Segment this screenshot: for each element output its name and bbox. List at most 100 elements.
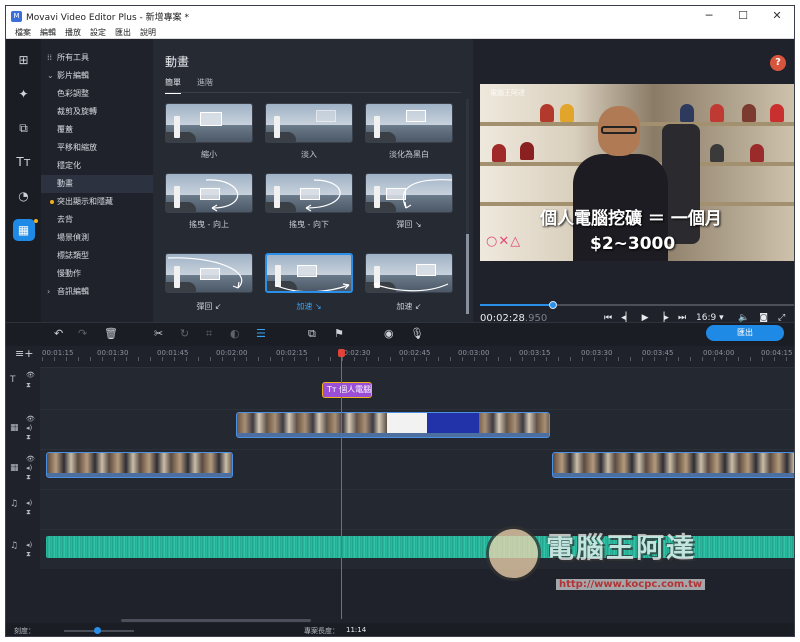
menu-file[interactable]: 檔案 <box>15 27 31 38</box>
speaker-icon[interactable]: ◂) <box>26 499 32 507</box>
ruler-label: 00:03:15 <box>519 349 551 357</box>
timeline-toolbar: ↶ ↷ 🗑 ✂ ↻ ⌗ ◐ ☰ ⧉ ⚑ ◉ 🎙 <box>6 322 794 346</box>
cut-icon[interactable]: ✂ <box>154 327 163 340</box>
anim-label: 搖曳 - 向下 <box>289 220 329 229</box>
tree-item-color[interactable]: 色彩調整 <box>41 85 153 103</box>
ruler-label: 00:04:00 <box>703 349 735 357</box>
watermark-url: http://www.kocpc.com.tw <box>556 579 706 590</box>
video-watermark: 電腦王阿達 <box>490 89 525 97</box>
help-button[interactable]: ? <box>770 55 786 71</box>
zoom-slider[interactable] <box>64 627 134 634</box>
lock-icon[interactable]: ⧗ <box>26 433 31 442</box>
more-tools-icon[interactable]: ▦ <box>12 219 38 241</box>
lock-icon[interactable]: ⧗ <box>26 550 31 559</box>
undo-icon[interactable]: ↶ <box>54 327 63 340</box>
timeline-scrollbar[interactable] <box>121 619 311 622</box>
visibility-icon[interactable]: 👁 <box>26 371 35 379</box>
zoom-slider-knob[interactable] <box>94 627 101 634</box>
tree-item-overlay[interactable]: 覆蓋 <box>41 121 153 139</box>
anim-label: 淡入 <box>301 150 317 159</box>
menu-help[interactable]: 說明 <box>140 27 156 38</box>
arrow-icon <box>274 283 350 291</box>
mascot-logo <box>486 526 541 581</box>
clip-properties-icon[interactable]: ☰ <box>256 327 266 340</box>
ruler-label: 00:03:30 <box>581 349 613 357</box>
tree-item-logo[interactable]: 標誌類型 <box>41 247 153 265</box>
menu-play[interactable]: 播放 <box>65 27 81 38</box>
playhead-handle[interactable] <box>338 349 345 357</box>
menu-settings[interactable]: 設定 <box>90 27 106 38</box>
import-icon[interactable]: ⊞ <box>13 49 35 71</box>
minimize-button[interactable]: ─ <box>692 6 726 26</box>
title-clip-text: 個人電腦 <box>339 385 372 394</box>
anim-accelerate-right-thumb[interactable] <box>265 253 353 293</box>
redo-icon[interactable]: ↷ <box>78 327 87 340</box>
export-button[interactable]: 匯出 <box>706 325 784 341</box>
lock-icon[interactable]: ⧗ <box>26 473 31 482</box>
menu-export[interactable]: 匯出 <box>115 27 131 38</box>
ruler-label: 00:03:00 <box>458 349 490 357</box>
webcam-icon[interactable]: ◉ <box>384 327 394 340</box>
speaker-icon[interactable]: ◂) <box>26 424 32 432</box>
anim-bounce-right-thumb[interactable] <box>365 173 453 213</box>
crop-icon[interactable]: ⌗ <box>206 327 212 341</box>
tree-audio-editing[interactable]: › 音訊編輯 <box>41 283 153 301</box>
anim-fade-bw-thumb[interactable] <box>365 103 453 143</box>
title-clip[interactable]: Tт 個人電腦 <box>322 382 372 398</box>
tree-item-highlight[interactable]: 突出顯示和隱藏 <box>41 193 153 211</box>
video-clip-overlay[interactable] <box>236 412 550 438</box>
ruler-label: 00:04:15 <box>761 349 793 357</box>
anim-fade-in-thumb[interactable] <box>265 103 353 143</box>
project-length-value: 11:14 <box>346 626 367 634</box>
tree-item-crop[interactable]: 裁剪及旋轉 <box>41 103 153 121</box>
tree-video-editing[interactable]: ⌄ 影片編輯 <box>41 67 153 85</box>
anim-zoom-out-thumb[interactable] <box>165 103 253 143</box>
tree-all-tools[interactable]: ⁞⁞ 所有工具 <box>41 49 153 67</box>
anim-bounce-left-thumb[interactable] <box>165 253 253 293</box>
speaker-icon[interactable]: ◂) <box>26 464 32 472</box>
preview-area: ? 電腦王阿達 ○✕△ 個人電腦挖礦 ＝ 一個月 $2~3000 00:02:2… <box>473 39 794 324</box>
maximize-button[interactable]: ☐ <box>726 6 760 26</box>
timeline-ruler[interactable]: ≡+ 00:01:15 00:01:30 00:01:45 00:02:00 0… <box>6 346 794 361</box>
titles-icon[interactable]: Tт <box>13 151 35 173</box>
add-track-icon[interactable]: ≡+ <box>15 347 33 360</box>
menu-edit[interactable]: 編輯 <box>40 27 56 38</box>
delete-icon[interactable]: 🗑 <box>104 327 118 340</box>
color-icon[interactable]: ◐ <box>230 327 240 340</box>
stickers-icon[interactable]: ◔ <box>13 185 35 207</box>
progress-knob[interactable] <box>548 301 557 309</box>
tree-item-slow-motion[interactable]: 慢動作 <box>41 265 153 283</box>
transitions-icon[interactable]: ⧉ <box>13 117 35 139</box>
flag-icon[interactable]: ⚑ <box>334 327 344 340</box>
tree-item-animation[interactable]: 動畫 <box>41 175 153 193</box>
speaker-icon[interactable]: ◂) <box>26 541 32 549</box>
close-button[interactable]: ✕ <box>760 6 794 26</box>
lock-icon[interactable]: ⧗ <box>26 508 31 517</box>
tools-tree: ⁞⁞ 所有工具 ⌄ 影片編輯 色彩調整 裁剪及旋轉 覆蓋 平移和縮放 穩定化 動畫 … <box>41 39 153 322</box>
video-clip-main-1[interactable] <box>46 452 233 478</box>
title-track[interactable] <box>40 367 794 409</box>
anim-swing-up-thumb[interactable] <box>165 173 253 213</box>
visibility-icon[interactable]: 👁 <box>26 415 35 423</box>
tree-item-pan-zoom[interactable]: 平移和縮放 <box>41 139 153 157</box>
slideshow-icon[interactable]: ⧉ <box>308 327 316 341</box>
arrow-icon <box>305 179 341 212</box>
magic-wand-icon[interactable]: ✦ <box>13 83 35 105</box>
tree-item-stabilize[interactable]: 穩定化 <box>41 157 153 175</box>
lock-icon[interactable]: ⧗ <box>26 381 31 390</box>
anim-accelerate-left-thumb[interactable] <box>365 253 453 293</box>
arrow-icon <box>205 179 239 212</box>
video-caption-line2: $2~3000 <box>590 234 676 254</box>
app-window: M Movavi Video Editor Plus - 新增專案 * ─ ☐ … <box>5 5 795 637</box>
microphone-icon[interactable]: 🎙 <box>410 327 424 340</box>
tree-item-chroma[interactable]: 去背 <box>41 211 153 229</box>
anim-swing-down-thumb[interactable] <box>265 173 353 213</box>
playhead[interactable] <box>338 349 345 619</box>
panel-scroll-thumb[interactable] <box>466 234 469 314</box>
visibility-icon[interactable]: 👁 <box>26 455 35 463</box>
tree-item-scene-detect[interactable]: 場景偵測 <box>41 229 153 247</box>
playback-progress-bar[interactable] <box>480 301 794 309</box>
video-clip-main-2[interactable] <box>552 452 794 478</box>
rotate-icon[interactable]: ↻ <box>180 327 189 340</box>
anim-label: 淡化為黑白 <box>389 150 429 159</box>
